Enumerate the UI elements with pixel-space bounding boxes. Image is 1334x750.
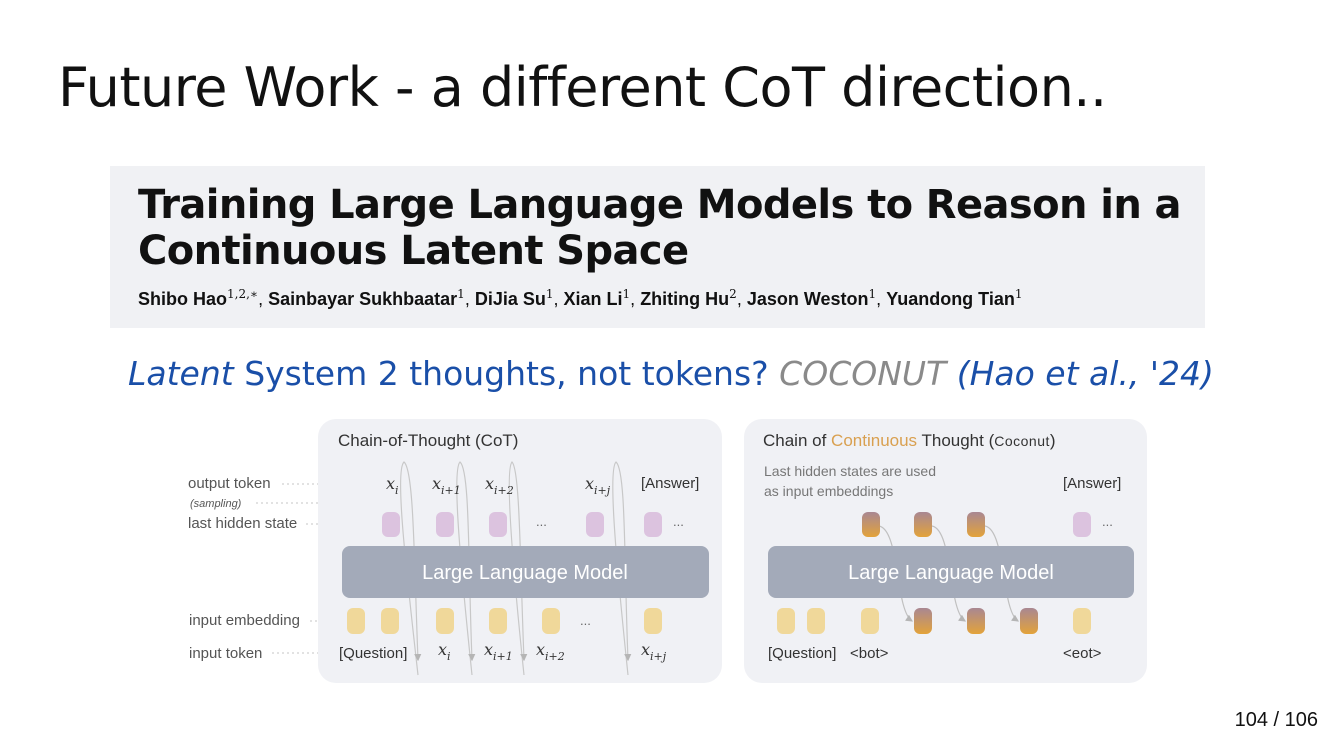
- input-embedding: [644, 608, 662, 634]
- cot-in-x: x: [536, 640, 545, 659]
- cot-out-x: x: [386, 474, 395, 493]
- input-embedding: [489, 608, 507, 634]
- coconut-eot: <eot>: [1063, 645, 1102, 662]
- hidden-state: [586, 512, 604, 537]
- input-embedding: [807, 608, 825, 634]
- hidden-state: [382, 512, 400, 537]
- cot-in-x: x: [484, 640, 493, 659]
- coconut-answer: [Answer]: [1063, 475, 1121, 492]
- cot-vs-coconut-diagram: output token (sampling) last hidden stat…: [188, 419, 1147, 683]
- cot-out-sub: i+2: [494, 484, 514, 497]
- cot-out-sub: i: [395, 484, 399, 497]
- coconut-title-pre: Chain of: [763, 431, 831, 450]
- cot-in-sub: i: [447, 650, 451, 663]
- cot-out-x: x: [432, 474, 441, 493]
- cot-llm-label: Large Language Model: [422, 562, 628, 584]
- latent-embedding: [914, 608, 932, 634]
- cot-answer: [Answer]: [641, 475, 699, 492]
- cot-out-sub: i+j: [594, 484, 611, 497]
- cot-panel: Chain-of-Thought (CoT) x i x i+1 x i+2 x…: [318, 419, 722, 683]
- hidden-state: [436, 512, 454, 537]
- cot-in-x: x: [641, 640, 650, 659]
- cot-out-x: x: [485, 474, 494, 493]
- latent-embedding: [967, 608, 985, 634]
- latent-thought: [967, 512, 985, 537]
- page-number: 104 / 106: [1234, 709, 1318, 731]
- input-embedding: [542, 608, 560, 634]
- cot-question: [Question]: [339, 645, 407, 662]
- latent-thought: [914, 512, 932, 537]
- cot-ellipsis: ...: [536, 514, 547, 529]
- label-output-token: output token: [188, 475, 271, 492]
- hidden-state: [644, 512, 662, 537]
- coconut-bot: <bot>: [850, 645, 889, 662]
- cot-out-sub: i+1: [441, 484, 461, 497]
- input-embedding: [436, 608, 454, 634]
- latent-thought: [862, 512, 880, 537]
- coconut-question: [Question]: [768, 645, 836, 662]
- input-embedding: [381, 608, 399, 634]
- cot-in-x: x: [438, 640, 447, 659]
- hidden-state: [1073, 512, 1091, 537]
- coconut-title-accent: Continuous: [831, 431, 917, 450]
- latent-embedding: [1020, 608, 1038, 634]
- cot-in-sub: i+1: [493, 650, 513, 663]
- input-embedding: [347, 608, 365, 634]
- input-embedding: [1073, 608, 1091, 634]
- cot-in-sub: i+j: [650, 650, 667, 663]
- label-input-token: input token: [189, 645, 262, 662]
- coconut-title-name: Coconut: [994, 433, 1050, 449]
- label-sampling: (sampling): [190, 498, 242, 510]
- coconut-title: Chain of Continuous Thought (Coconut): [763, 431, 1056, 450]
- hidden-state: [489, 512, 507, 537]
- coconut-llm-label: Large Language Model: [848, 562, 1054, 584]
- coconut-title-post: Thought (: [917, 431, 995, 450]
- input-embedding: [777, 608, 795, 634]
- cot-out-x: x: [585, 474, 594, 493]
- coconut-title-close: ): [1050, 431, 1056, 450]
- label-last-hidden-state: last hidden state: [188, 515, 297, 532]
- coconut-note-line1: Last hidden states are used: [764, 463, 936, 479]
- input-embedding: [861, 608, 879, 634]
- coconut-panel: Chain of Continuous Thought (Coconut) La…: [744, 419, 1147, 683]
- cot-ellipsis: ...: [580, 613, 591, 628]
- label-input-embedding: input embedding: [189, 612, 300, 629]
- coconut-note-line2: as input embeddings: [764, 483, 893, 499]
- cot-title: Chain-of-Thought (CoT): [338, 431, 518, 450]
- cot-ellipsis: ...: [673, 514, 684, 529]
- cot-in-sub: i+2: [545, 650, 565, 663]
- coconut-ellipsis: ...: [1102, 514, 1113, 529]
